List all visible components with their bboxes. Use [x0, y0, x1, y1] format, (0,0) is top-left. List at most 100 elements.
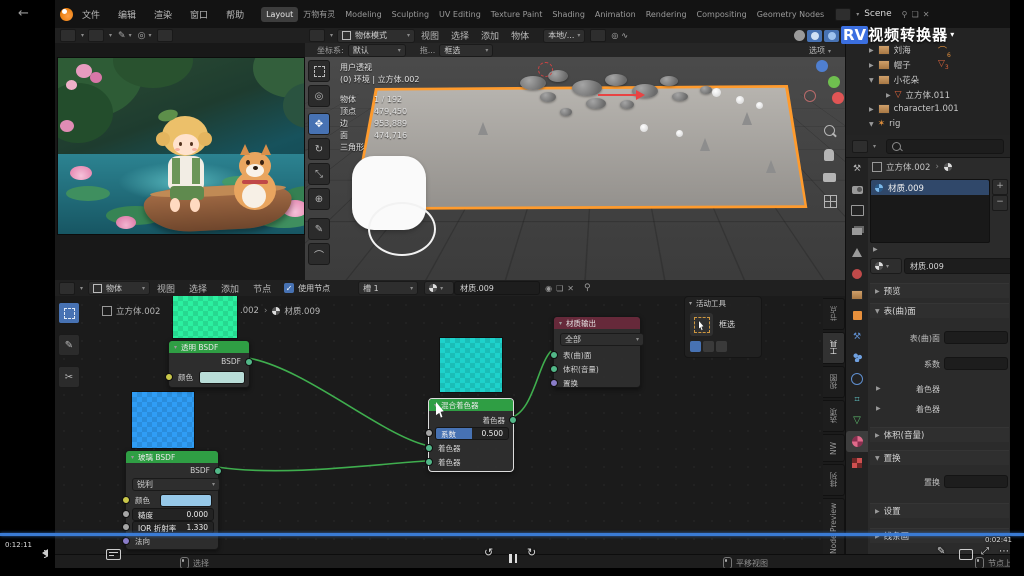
- proportional-edit-icon[interactable]: ◎: [611, 31, 618, 40]
- pause-icon[interactable]: [509, 548, 517, 567]
- glass-color-swatch[interactable]: [160, 494, 212, 507]
- properties-editor-type-icon[interactable]: [852, 140, 868, 153]
- surface-value-field[interactable]: [944, 331, 1008, 344]
- glass-roughness-slider[interactable]: 糙度0.000: [132, 508, 214, 521]
- outliner-row-cube011[interactable]: ▶▽ 立方体.011: [886, 89, 950, 101]
- glass-roughness-socket[interactable]: [122, 510, 130, 518]
- editor-type-icon[interactable]: [60, 29, 76, 42]
- fac-value-field[interactable]: [944, 357, 1008, 370]
- material-name-field[interactable]: 材质.009: [454, 281, 540, 295]
- slot-dropdown[interactable]: 槽 1▾: [358, 281, 418, 295]
- node-menu-select[interactable]: 选择: [182, 282, 214, 295]
- workspace-tab-layout[interactable]: Layout: [261, 7, 298, 22]
- rotate-tool[interactable]: ↻: [308, 138, 330, 160]
- pin-icon[interactable]: ⚲: [902, 10, 908, 19]
- node-select-box-tool[interactable]: [58, 302, 80, 324]
- mix-shader2-socket[interactable]: [425, 458, 433, 466]
- workspace-tab-sculpting[interactable]: Sculpting: [387, 7, 434, 22]
- material-datablock-name[interactable]: 材质.009: [904, 258, 1016, 274]
- transparent-bsdf-node[interactable]: ▾透明 BSDF BSDF 颜色: [168, 340, 250, 388]
- viewport-editor-type-icon[interactable]: [309, 29, 325, 42]
- transparent-bsdf-output-socket[interactable]: [245, 358, 253, 366]
- mix-shader1-socket[interactable]: [425, 444, 433, 452]
- back-arrow-icon[interactable]: ←: [18, 6, 29, 21]
- box-select-tool-icon[interactable]: [690, 313, 713, 336]
- glass-ior-socket[interactable]: [122, 523, 130, 531]
- workspace-tab-texture-paint[interactable]: Texture Paint: [486, 7, 548, 22]
- glass-color-socket[interactable]: [122, 496, 130, 504]
- fullscreen-icon[interactable]: ⤢: [981, 546, 989, 557]
- viewport-menu-add[interactable]: 添加: [475, 29, 505, 42]
- edit-pencil-icon[interactable]: ✎: [937, 546, 945, 557]
- tab-texture-properties[interactable]: [846, 452, 868, 473]
- drag-dropdown[interactable]: 框选▾: [439, 44, 493, 57]
- menu-help[interactable]: 帮助: [217, 8, 253, 21]
- tab-data-properties[interactable]: ▽: [846, 410, 868, 431]
- add-slot-button[interactable]: +: [992, 179, 1008, 195]
- mix-fac-slider[interactable]: 系数0.500: [435, 427, 509, 440]
- panel-settings[interactable]: ▶设置: [870, 503, 1009, 518]
- move-tool[interactable]: ✥: [308, 113, 330, 135]
- glass-normal-socket[interactable]: [122, 537, 130, 545]
- material-slot-selected[interactable]: 材质.009: [871, 180, 989, 195]
- gl distribución;glass-distribution-dropdown[interactable]: 锐利▾: [132, 478, 220, 491]
- more-options-icon[interactable]: ⋯: [999, 546, 1009, 557]
- workspace-tab-custom[interactable]: 万物有灵: [298, 6, 340, 23]
- copy-material-icon[interactable]: ❏: [556, 284, 563, 293]
- tab-options[interactable]: 选项: [823, 400, 845, 432]
- viewport-canvas[interactable]: 用户透视 (0) 环境 | 立方体.002 物体1 / 192 顶点479,45…: [305, 57, 845, 280]
- node-links-cut-tool[interactable]: ✂: [58, 366, 80, 388]
- select-mode-subtract[interactable]: [716, 341, 727, 352]
- pin-node-tree-icon[interactable]: ⚲: [584, 283, 591, 293]
- scale-tool[interactable]: ⤡: [308, 163, 330, 185]
- select-box-tool[interactable]: [308, 60, 330, 82]
- tab-tool-properties[interactable]: ⚒: [846, 158, 868, 179]
- use-nodes-checkbox[interactable]: ✓: [284, 283, 294, 293]
- menu-edit[interactable]: 编辑: [109, 8, 145, 21]
- tab-viewlayer-properties[interactable]: [846, 221, 868, 242]
- transparent-color-socket[interactable]: [165, 373, 173, 381]
- outliner-row-rig[interactable]: ▼✶ rig: [869, 119, 900, 129]
- material-browse-icon[interactable]: ▾: [424, 281, 454, 295]
- pan-hand-icon[interactable]: [824, 149, 834, 161]
- volume-icon[interactable]: [42, 549, 48, 557]
- shader-type-dropdown[interactable]: 物体▾: [88, 281, 150, 295]
- tab-node-preview[interactable]: Node Preview: [823, 498, 845, 554]
- outliner-row-maozi[interactable]: ▶ 帽子: [869, 59, 911, 71]
- tab-physics-properties[interactable]: [846, 368, 868, 389]
- close-icon[interactable]: ✕: [923, 10, 930, 19]
- new-scene-icon[interactable]: ❏: [912, 10, 919, 19]
- pencil-icon[interactable]: ✎: [118, 31, 126, 41]
- glass-bsdf-output-socket[interactable]: [214, 467, 222, 475]
- annotate-tool-icon[interactable]: [88, 29, 104, 42]
- viewport-menu-select[interactable]: 选择: [445, 29, 475, 42]
- falloff-icon[interactable]: ∿: [621, 31, 628, 40]
- tab-material-properties[interactable]: [846, 431, 868, 452]
- tab-view[interactable]: 视图: [823, 366, 845, 398]
- measure-tool[interactable]: ⌒: [308, 243, 330, 265]
- browse-material-icon[interactable]: ▾: [870, 258, 902, 274]
- tab-nw[interactable]: NW: [823, 434, 845, 462]
- mix-fac-socket[interactable]: [425, 429, 433, 437]
- displacement-value-field[interactable]: [944, 475, 1008, 488]
- node-menu-view[interactable]: 视图: [150, 282, 182, 295]
- cursor-tool[interactable]: ◎: [308, 85, 330, 107]
- workspace-tab-geometry-nodes[interactable]: Geometry Nodes: [752, 7, 829, 22]
- video-progress-bar[interactable]: [0, 533, 1024, 536]
- tab-modifier-properties[interactable]: ⚒: [846, 326, 868, 347]
- blender-logo-icon[interactable]: [60, 8, 73, 21]
- solid-shading-icon[interactable]: [794, 30, 805, 41]
- output-target-dropdown[interactable]: 全部▾: [560, 333, 644, 346]
- keyboard-icon[interactable]: [959, 549, 973, 560]
- material-shading-icon[interactable]: [811, 32, 819, 40]
- forward-10-icon[interactable]: ↻: [527, 546, 536, 559]
- node-editor-canvas[interactable]: 立方体.002 .002 › 材质.009 ▾透明 BSDF BSDF 颜色: [55, 296, 845, 554]
- navigation-gizmo[interactable]: [802, 60, 844, 110]
- transform-orientation-dropdown[interactable]: 本地/...▾: [543, 29, 585, 43]
- menu-file[interactable]: 文件: [73, 8, 109, 21]
- rewind-10-icon[interactable]: ↺: [484, 546, 493, 559]
- grid-toggle-icon[interactable]: [824, 195, 837, 208]
- viewport-menu-view[interactable]: 视图: [415, 29, 445, 42]
- coord-dropdown[interactable]: 默认▾: [348, 44, 406, 57]
- tab-render-properties[interactable]: [846, 179, 868, 200]
